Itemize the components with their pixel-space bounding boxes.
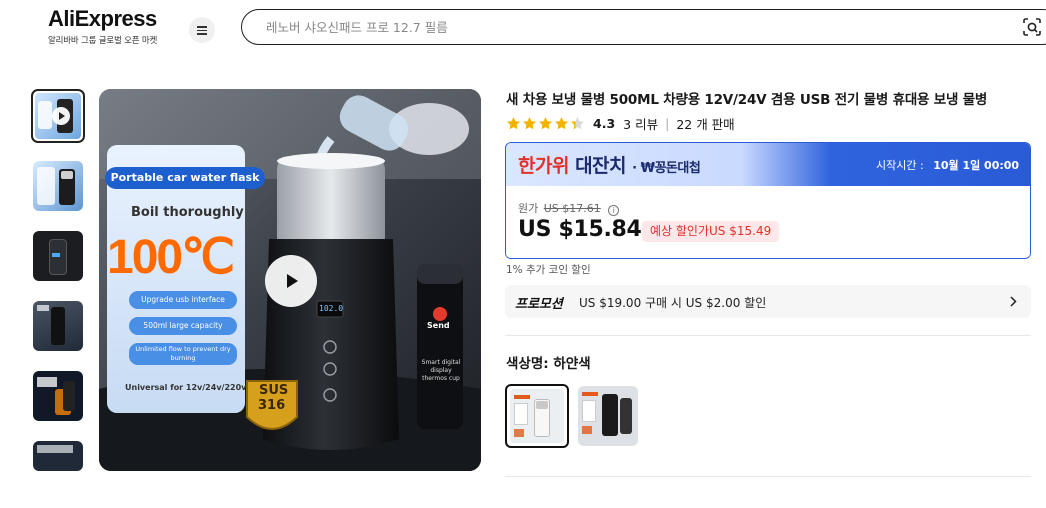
rating-row: 4.3 3 리뷰 | 22 개 판매 <box>506 114 735 132</box>
search-input[interactable] <box>266 18 966 36</box>
hamburger-icon-line <box>197 29 207 32</box>
image-search-icon[interactable] <box>1022 17 1042 37</box>
promo-title: 한가위 대잔치 · ₩꽁돈대첩 <box>518 151 701 178</box>
star-icon <box>507 116 520 129</box>
main-product-image[interactable]: Portable car water flask Boil thoroughly… <box>99 89 481 471</box>
video-play-button[interactable] <box>265 255 317 307</box>
logo-subtitle: 알리바바 그룹 글로벌 오픈 마켓 <box>48 36 158 46</box>
current-price: US $15.84 <box>518 217 642 242</box>
play-icon <box>52 107 70 125</box>
feature-3: Unlimited flow to prevent dry burning <box>129 343 237 365</box>
thumbnail-6[interactable] <box>33 441 83 471</box>
price-section: 원가 US $17.61 i US $15.84 예상 할인가US $15.49 <box>506 186 1030 258</box>
promo-banner: 한가위 대잔치 · ₩꽁돈대첩 시작시간 : 10월 1일 00:00 <box>506 143 1030 186</box>
star-half-icon <box>571 116 584 129</box>
promo-start-label: 시작시간 : <box>876 159 924 172</box>
display-readout: 102.0 <box>319 304 344 313</box>
thumbnail-1[interactable] <box>31 89 85 143</box>
send-label: Send <box>427 321 450 330</box>
temperature-text: 100℃ <box>107 231 235 284</box>
promo-title-part1: 한가위 <box>518 155 569 177</box>
feature-1: Upgrade usb interface <box>129 291 237 309</box>
promotion-text: US $19.00 구매 시 US $2.00 할인 <box>579 296 767 310</box>
color-swatch-black[interactable] <box>578 386 638 446</box>
original-price-value: US $17.61 <box>543 202 601 215</box>
star-icon <box>539 116 552 129</box>
promotion-row[interactable]: 프로모션 US $19.00 구매 시 US $2.00 할인 <box>505 285 1031 318</box>
divider <box>505 335 1031 336</box>
promo-title-part3: · ₩꽁돈대첩 <box>632 161 701 176</box>
divider <box>505 476 1031 477</box>
promo-start: 시작시간 : 10월 1일 00:00 <box>876 157 1019 173</box>
original-price-label: 원가 <box>518 202 539 215</box>
star-icon <box>555 116 568 129</box>
banner-label: Portable car water flask <box>105 167 265 189</box>
menu-button[interactable] <box>189 17 215 43</box>
star-rating <box>506 116 585 131</box>
star-icon <box>523 116 536 129</box>
promo-start-time: 10월 1일 00:00 <box>933 159 1020 172</box>
sus-badge-text: SUS <box>259 383 289 398</box>
search-bar[interactable] <box>241 9 1046 45</box>
thumbnail-4[interactable] <box>33 301 83 351</box>
thumbnail-3[interactable] <box>33 231 83 281</box>
thumbnail-2[interactable] <box>33 161 83 211</box>
separator: | <box>665 115 670 131</box>
promotion-label: 프로모션 <box>515 297 563 312</box>
hamburger-icon <box>197 26 207 28</box>
info-icon[interactable]: i <box>608 205 620 216</box>
promo-price-card: 한가위 대잔치 · ₩꽁돈대첩 시작시간 : 10월 1일 00:00 원가 U… <box>505 142 1031 259</box>
hamburger-icon-line <box>197 33 207 35</box>
thumbnail-5[interactable] <box>33 371 83 421</box>
estimated-price-badge: 예상 할인가US $15.49 <box>642 221 780 242</box>
cup-caption: Smart digital display thermos cup <box>421 359 461 382</box>
boil-text: Boil thoroughly <box>131 205 244 220</box>
sus-badge-number: 316 <box>258 398 286 413</box>
logo-text: AliExpress <box>48 6 157 31</box>
color-label: 색상명: 하얀색 <box>506 356 591 372</box>
aliexpress-logo[interactable]: AliExpress 알리바바 그룹 글로벌 오픈 마켓 <box>48 6 158 47</box>
review-count[interactable]: 3 리뷰 <box>623 114 658 133</box>
play-icon <box>287 274 298 288</box>
chevron-right-icon <box>1010 296 1017 307</box>
promo-title-part2: 대잔치 <box>575 155 627 177</box>
sold-count: 22 개 판매 <box>676 116 735 132</box>
product-title: 새 차용 보냉 물병 500ML 차량용 12V/24V 겸용 USB 전기 물… <box>506 92 988 108</box>
original-price: 원가 US $17.61 i <box>518 200 620 216</box>
feature-2: 500ml large capacity <box>129 317 237 335</box>
universal-text: Universal for 12v/24v/220v <box>125 383 247 392</box>
coin-discount-note: 1% 추가 코인 할인 <box>506 264 591 276</box>
color-swatch-white[interactable] <box>505 384 569 448</box>
rating-value: 4.3 <box>593 115 616 131</box>
